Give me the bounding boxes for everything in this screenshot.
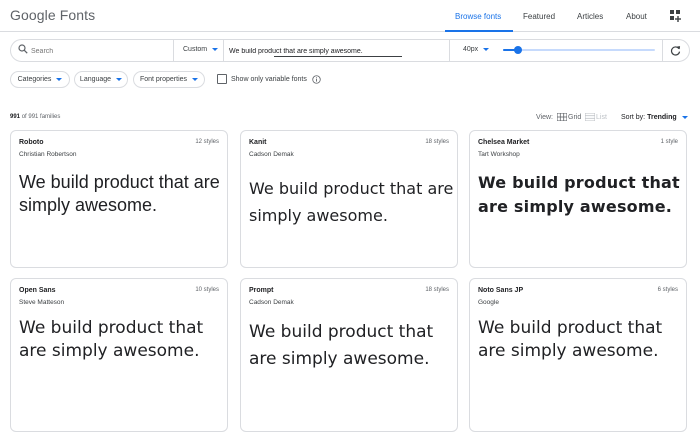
font-style-count: 12 styles	[195, 139, 219, 145]
font-preview-text: We build product that are simply awesome…	[19, 172, 220, 215]
toolbar-divider	[173, 39, 174, 62]
categories-label: Categories	[17, 76, 52, 83]
add-apps-icon[interactable]	[670, 10, 682, 22]
sentence-type-label: Custom	[183, 46, 208, 53]
chevron-down-icon	[192, 78, 199, 81]
view-label: View:	[536, 114, 553, 121]
font-size-slider-track[interactable]	[503, 49, 655, 51]
sort-dropdown[interactable]: Sort by: Trending	[621, 114, 688, 121]
family-count-suffix: of 991 families	[21, 114, 61, 120]
font-style-count: 18 styles	[425, 139, 449, 145]
nav-articles[interactable]: Articles	[577, 0, 603, 32]
font-properties-label: Font properties	[139, 76, 188, 83]
font-style-count: 18 styles	[425, 287, 449, 293]
font-preview-text: We build product that are simply awesome…	[478, 318, 663, 361]
family-count-number: 991	[10, 114, 21, 120]
font-author: Steve Matteson	[19, 299, 65, 306]
font-card-prompt[interactable]: Prompt Cadson Demak 18 styles We build p…	[240, 278, 458, 432]
family-count: 991 of 991 families	[10, 114, 60, 120]
font-style-count: 6 styles	[657, 287, 678, 293]
font-style-count: 10 styles	[195, 287, 219, 293]
font-author: Tart Workshop	[478, 151, 520, 158]
font-name: Roboto	[19, 139, 44, 146]
sort-prefix: Sort by:	[621, 114, 646, 121]
language-label: Language	[79, 76, 112, 83]
font-name: Prompt	[249, 287, 274, 294]
variable-fonts-checkbox[interactable]	[217, 74, 227, 84]
active-tab-indicator	[445, 30, 513, 32]
font-preview-text: We build product that are simply awesome…	[249, 179, 454, 225]
grid-view-icon[interactable]	[557, 113, 567, 121]
font-card-chelsea-market[interactable]: Chelsea Market Tart Workshop 1 style We …	[469, 130, 687, 268]
variable-fonts-label[interactable]: Show only variable fonts	[231, 76, 307, 83]
sentence-type-dropdown[interactable]: Custom	[183, 46, 219, 53]
search-icon	[18, 44, 28, 54]
list-view-icon[interactable]	[585, 113, 595, 121]
list-view-label[interactable]: List	[596, 114, 607, 121]
font-size-slider-thumb[interactable]	[514, 46, 522, 54]
toolbar-divider	[223, 39, 224, 62]
font-card-noto-sans-jp[interactable]: Noto Sans JP Google 6 styles We build pr…	[469, 278, 687, 432]
font-card-open-sans[interactable]: Open Sans Steve Matteson 10 styles We bu…	[10, 278, 228, 432]
refresh-icon[interactable]	[670, 45, 681, 56]
font-author: Cadson Demak	[249, 299, 294, 306]
font-name: Kanit	[249, 139, 267, 146]
toolbar-divider	[449, 39, 450, 62]
info-icon[interactable]	[312, 75, 321, 84]
font-name: Noto Sans JP	[478, 287, 524, 294]
chevron-down-icon	[56, 78, 63, 81]
categories-filter[interactable]: Categories	[10, 71, 70, 88]
toolbar-divider	[662, 39, 663, 62]
top-app-bar: Google Fonts Browse fonts Featured Artic…	[0, 0, 700, 32]
language-filter[interactable]: Language	[74, 71, 128, 88]
font-style-count: 1 style	[660, 139, 678, 145]
font-preview-text: We build product that are simply awesome…	[478, 173, 680, 216]
chevron-down-icon	[483, 47, 490, 51]
nav-about[interactable]: About	[626, 0, 647, 32]
nav-featured[interactable]: Featured	[523, 0, 555, 32]
sort-value: Trending	[647, 114, 677, 121]
font-author: Christian Robertson	[19, 151, 77, 158]
font-preview-text: We build product that are simply awesome…	[19, 318, 204, 361]
grid-view-label[interactable]: Grid	[568, 114, 581, 121]
chevron-down-icon	[116, 78, 123, 81]
text-cursor-underline	[274, 56, 402, 57]
font-author: Cadson Demak	[249, 151, 294, 158]
font-preview-text: We build product that are simply awesome…	[249, 322, 434, 369]
font-card-kanit[interactable]: Kanit Cadson Demak 18 styles We build pr…	[240, 130, 458, 268]
chevron-down-icon	[681, 115, 688, 119]
google-fonts-logo[interactable]: Google Fonts	[10, 7, 95, 23]
chevron-down-icon	[212, 47, 219, 51]
font-size-dropdown[interactable]: 40px	[463, 46, 490, 53]
font-size-label: 40px	[463, 46, 479, 53]
nav-browse-fonts[interactable]: Browse fonts	[455, 0, 501, 32]
font-name: Chelsea Market	[478, 139, 530, 146]
font-card-roboto[interactable]: Roboto Christian Robertson 12 styles We …	[10, 130, 228, 268]
font-author: Google	[478, 299, 499, 306]
search-input[interactable]	[31, 45, 161, 57]
font-name: Open Sans	[19, 287, 56, 294]
font-properties-filter[interactable]: Font properties	[133, 71, 205, 88]
